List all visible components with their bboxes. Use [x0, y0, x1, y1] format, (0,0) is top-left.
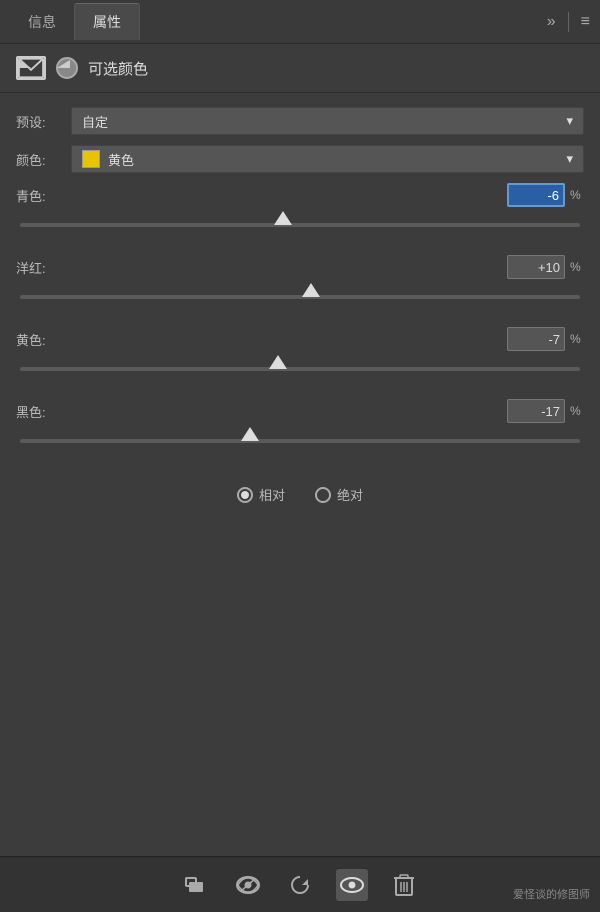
magenta-slider-section: 洋红: %: [16, 255, 584, 311]
cyan-thumb[interactable]: [274, 211, 292, 225]
tab-info[interactable]: 信息: [10, 4, 74, 40]
cyan-slider-section: 青色: %: [16, 183, 584, 239]
radio-relative-label: 相对: [259, 485, 285, 504]
magenta-percent: %: [570, 260, 584, 274]
reset-button[interactable]: [284, 869, 316, 901]
color-swatch: [82, 150, 100, 168]
color-row: 颜色: 黄色 ▾: [16, 145, 584, 173]
radio-absolute-circle: [315, 487, 331, 503]
visibility-button[interactable]: [232, 869, 264, 901]
yellow-track: [20, 367, 580, 371]
expand-icon[interactable]: »: [547, 13, 556, 31]
section-title: 可选颜色: [88, 58, 148, 79]
watermark: 爱怪谈的修图师: [513, 886, 590, 902]
yellow-slider-track-container[interactable]: [16, 355, 584, 383]
tab-actions: » ≡: [547, 12, 590, 32]
color-label: 颜色:: [16, 150, 71, 169]
magenta-slider-track-container[interactable]: [16, 283, 584, 311]
tab-properties[interactable]: 属性: [74, 3, 140, 40]
black-percent: %: [570, 404, 584, 418]
radio-group: 相对 绝对: [16, 485, 584, 504]
color-dropdown-arrow: ▾: [566, 151, 573, 167]
clip-button[interactable]: [180, 869, 212, 901]
envelope-icon: [16, 56, 46, 80]
black-label: 黑色:: [16, 402, 71, 421]
cyan-slider-track-container[interactable]: [16, 211, 584, 239]
cyan-label: 青色:: [16, 186, 71, 205]
black-input[interactable]: [507, 399, 565, 423]
magenta-thumb[interactable]: [302, 283, 320, 297]
cyan-percent: %: [570, 188, 584, 202]
black-thumb[interactable]: [241, 427, 259, 441]
magenta-input[interactable]: [507, 255, 565, 279]
radio-relative[interactable]: 相对: [237, 485, 285, 504]
cyan-input[interactable]: [507, 183, 565, 207]
tab-bar: 信息 属性 » ≡: [0, 0, 600, 44]
radio-relative-circle: [237, 487, 253, 503]
yellow-input[interactable]: [507, 327, 565, 351]
preset-row: 预设: 自定 ▾: [16, 107, 584, 135]
preset-label: 预设:: [16, 112, 71, 131]
black-slider-section: 黑色: %: [16, 399, 584, 455]
delete-button[interactable]: [388, 869, 420, 901]
magenta-label: 洋红:: [16, 258, 71, 277]
content-area: 预设: 自定 ▾ 颜色: 黄色 ▾ 青色: %: [0, 93, 600, 856]
magenta-track: [20, 295, 580, 299]
preset-dropdown[interactable]: 自定 ▾: [71, 107, 584, 135]
preset-dropdown-arrow: ▾: [566, 113, 573, 129]
yellow-percent: %: [570, 332, 584, 346]
color-dropdown[interactable]: 黄色 ▾: [71, 145, 584, 173]
eye-button[interactable]: [336, 869, 368, 901]
section-header: 可选颜色: [0, 44, 600, 93]
yellow-slider-section: 黄色: %: [16, 327, 584, 383]
radio-absolute-label: 绝对: [337, 485, 363, 504]
panel: 信息 属性 » ≡ 可选颜色 预设: 自定 ▾: [0, 0, 600, 912]
menu-icon[interactable]: ≡: [581, 13, 590, 31]
yellow-thumb[interactable]: [269, 355, 287, 369]
separator: [568, 12, 569, 32]
radio-absolute[interactable]: 绝对: [315, 485, 363, 504]
yellow-label: 黄色:: [16, 330, 71, 349]
color-value: 黄色: [108, 150, 134, 169]
preset-value: 自定: [82, 112, 108, 131]
cyan-track: [20, 223, 580, 227]
black-slider-track-container[interactable]: [16, 427, 584, 455]
bottom-toolbar: [0, 856, 600, 912]
black-track: [20, 439, 580, 443]
